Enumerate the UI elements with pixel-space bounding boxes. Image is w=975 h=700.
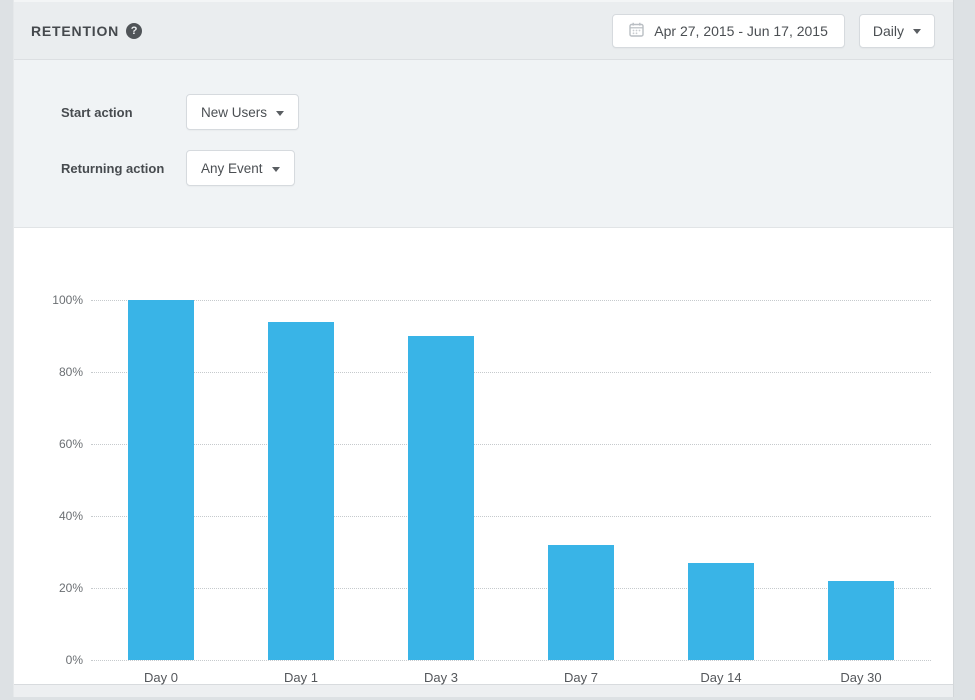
gridline-60 bbox=[91, 444, 931, 445]
y-axis-tick-label: 0% bbox=[23, 653, 83, 667]
y-axis-tick-label: 60% bbox=[23, 437, 83, 451]
x-axis-tick-label: Day 30 bbox=[801, 670, 921, 685]
bar-day-3[interactable] bbox=[408, 336, 474, 660]
returning-action-value: Any Event bbox=[201, 161, 263, 176]
y-axis-tick-label: 40% bbox=[23, 509, 83, 523]
x-axis-tick-label: Day 14 bbox=[661, 670, 781, 685]
date-range-picker[interactable]: Apr 27, 2015 - Jun 17, 2015 bbox=[612, 14, 845, 48]
gridline-40 bbox=[91, 516, 931, 517]
y-axis-tick-label: 80% bbox=[23, 365, 83, 379]
gridline-100 bbox=[91, 300, 931, 301]
returning-action-label: Returning action bbox=[61, 161, 186, 176]
bar-day-30[interactable] bbox=[828, 581, 894, 660]
x-axis-tick-label: Day 7 bbox=[521, 670, 641, 685]
page-title: RETENTION ? bbox=[31, 23, 142, 39]
returning-action-row: Returning action Any Event bbox=[61, 150, 953, 186]
retention-report-card: RETENTION ? Apr 27, 2015 - Jun 17, 2015 bbox=[13, 0, 954, 697]
start-action-value: New Users bbox=[201, 105, 267, 120]
start-action-row: Start action New Users bbox=[61, 94, 953, 130]
report-header: RETENTION ? Apr 27, 2015 - Jun 17, 2015 bbox=[14, 0, 953, 60]
gridline-80 bbox=[91, 372, 931, 373]
filters-panel: Start action New Users Returning action … bbox=[14, 60, 953, 228]
y-axis-tick-label: 100% bbox=[23, 293, 83, 307]
x-axis-tick-label: Day 3 bbox=[381, 670, 501, 685]
bar-day-14[interactable] bbox=[688, 563, 754, 660]
caret-down-icon bbox=[272, 167, 280, 172]
caret-down-icon bbox=[276, 111, 284, 116]
bar-day-0[interactable] bbox=[128, 300, 194, 660]
start-action-label: Start action bbox=[61, 105, 186, 120]
calendar-icon bbox=[629, 22, 644, 40]
granularity-label: Daily bbox=[873, 23, 904, 39]
retention-bar-chart: 0% 20% 40% 60% 80% 100% Day 0 Day 1 Day 3 Day 7 Da… bbox=[14, 228, 953, 684]
returning-action-dropdown[interactable]: Any Event bbox=[186, 150, 295, 186]
caret-down-icon bbox=[913, 29, 921, 34]
bar-day-1[interactable] bbox=[268, 322, 334, 660]
date-range-label: Apr 27, 2015 - Jun 17, 2015 bbox=[654, 23, 828, 39]
page-title-text: RETENTION bbox=[31, 23, 119, 39]
y-axis-tick-label: 20% bbox=[23, 581, 83, 595]
bar-day-7[interactable] bbox=[548, 545, 614, 660]
x-axis-tick-label: Day 0 bbox=[101, 670, 221, 685]
gridline-20 bbox=[91, 588, 931, 589]
next-section-peek bbox=[14, 684, 953, 697]
x-axis-tick-label: Day 1 bbox=[241, 670, 361, 685]
gridline-0 bbox=[91, 660, 931, 661]
help-icon[interactable]: ? bbox=[126, 23, 142, 39]
start-action-dropdown[interactable]: New Users bbox=[186, 94, 299, 130]
granularity-dropdown[interactable]: Daily bbox=[859, 14, 935, 48]
